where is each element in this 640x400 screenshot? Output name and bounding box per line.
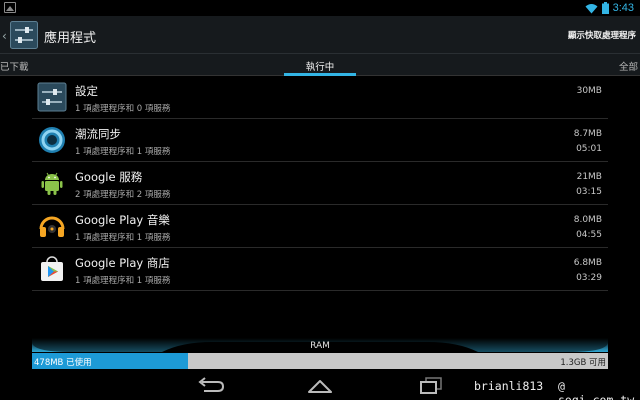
- recent-apps-icon[interactable]: [412, 374, 448, 396]
- app-runtime: 05:01: [576, 144, 602, 154]
- tab-all[interactable]: 全部: [619, 59, 638, 73]
- headphones-icon: [39, 216, 65, 237]
- home-icon[interactable]: [302, 374, 338, 396]
- currents-sync-icon: [39, 127, 65, 153]
- list-item[interactable]: Google Play 商店 1 項處理程序和 1 項服務 6.8MB 03:2…: [32, 248, 608, 291]
- app-process-info: 1 項處理程序和 0 項服務: [75, 104, 171, 114]
- ram-free-text: 1.3GB 可用: [560, 358, 606, 368]
- app-memory: 6.8MB: [573, 258, 602, 268]
- app-process-info: 1 項處理程序和 1 項服務: [75, 147, 171, 157]
- tab-running[interactable]: 執行中: [0, 59, 640, 73]
- app-name: 潮流同步: [75, 127, 121, 141]
- settings-app-icon[interactable]: [10, 21, 38, 49]
- play-store-icon: [41, 256, 63, 281]
- app-process-info: 2 項處理程序和 2 項服務: [75, 190, 171, 200]
- app-name: 設定: [75, 84, 98, 98]
- app-memory: 8.0MB: [573, 215, 602, 225]
- show-cached-processes-button[interactable]: 顯示快取處理程序: [568, 29, 636, 41]
- ram-label: RAM: [310, 341, 330, 351]
- status-bar: 3:43: [0, 0, 640, 16]
- app-name: Google 服務: [75, 170, 143, 184]
- app-process-info: 1 項處理程序和 1 項服務: [75, 233, 171, 243]
- picture-notification-icon: [4, 2, 16, 13]
- page-title: 應用程式: [44, 31, 97, 46]
- app-name: Google Play 音樂: [75, 213, 170, 227]
- app-name: Google Play 商店: [75, 256, 170, 270]
- app-memory: 21MB: [576, 172, 602, 182]
- ram-used-text: 478MB 已使用: [34, 358, 92, 368]
- up-caret-icon[interactable]: ‹: [2, 29, 7, 43]
- app-memory: 30MB: [576, 86, 602, 96]
- list-item[interactable]: 設定 1 項處理程序和 0 項服務 30MB: [32, 76, 608, 119]
- back-icon[interactable]: [192, 374, 228, 396]
- app-runtime: 03:15: [576, 187, 602, 197]
- app-process-info: 1 項處理程序和 1 項服務: [75, 276, 171, 286]
- android-icon: [41, 172, 63, 195]
- list-item[interactable]: Google Play 音樂 1 項處理程序和 1 項服務 8.0MB 04:5…: [32, 205, 608, 248]
- app-runtime: 03:29: [576, 273, 602, 283]
- list-item[interactable]: Google 服務 2 項處理程序和 2 項服務 21MB 03:15: [32, 162, 608, 205]
- action-bar: ‹ 應用程式 顯示快取處理程序: [0, 16, 640, 54]
- ram-usage-bar: 478MB 已使用 1.3GB 可用: [32, 353, 608, 369]
- watermark-user: brianli813: [474, 379, 544, 393]
- running-apps-list: 設定 1 項處理程序和 0 項服務 30MB 潮流同步 1 項處理程序和 1 項…: [32, 76, 608, 291]
- wifi-icon: [585, 3, 598, 13]
- navigation-bar: brianli813 @ sogi.com.tw: [0, 369, 640, 400]
- battery-icon: [601, 2, 609, 14]
- app-memory: 8.7MB: [573, 129, 602, 139]
- tab-strip: 已下載 執行中 全部: [0, 54, 640, 76]
- watermark-site: @ sogi.com.tw: [558, 379, 635, 400]
- app-runtime: 04:55: [576, 230, 602, 240]
- clock: 3:43: [612, 2, 634, 14]
- settings-icon: [37, 82, 67, 112]
- list-item[interactable]: 潮流同步 1 項處理程序和 1 項服務 8.7MB 05:01: [32, 119, 608, 162]
